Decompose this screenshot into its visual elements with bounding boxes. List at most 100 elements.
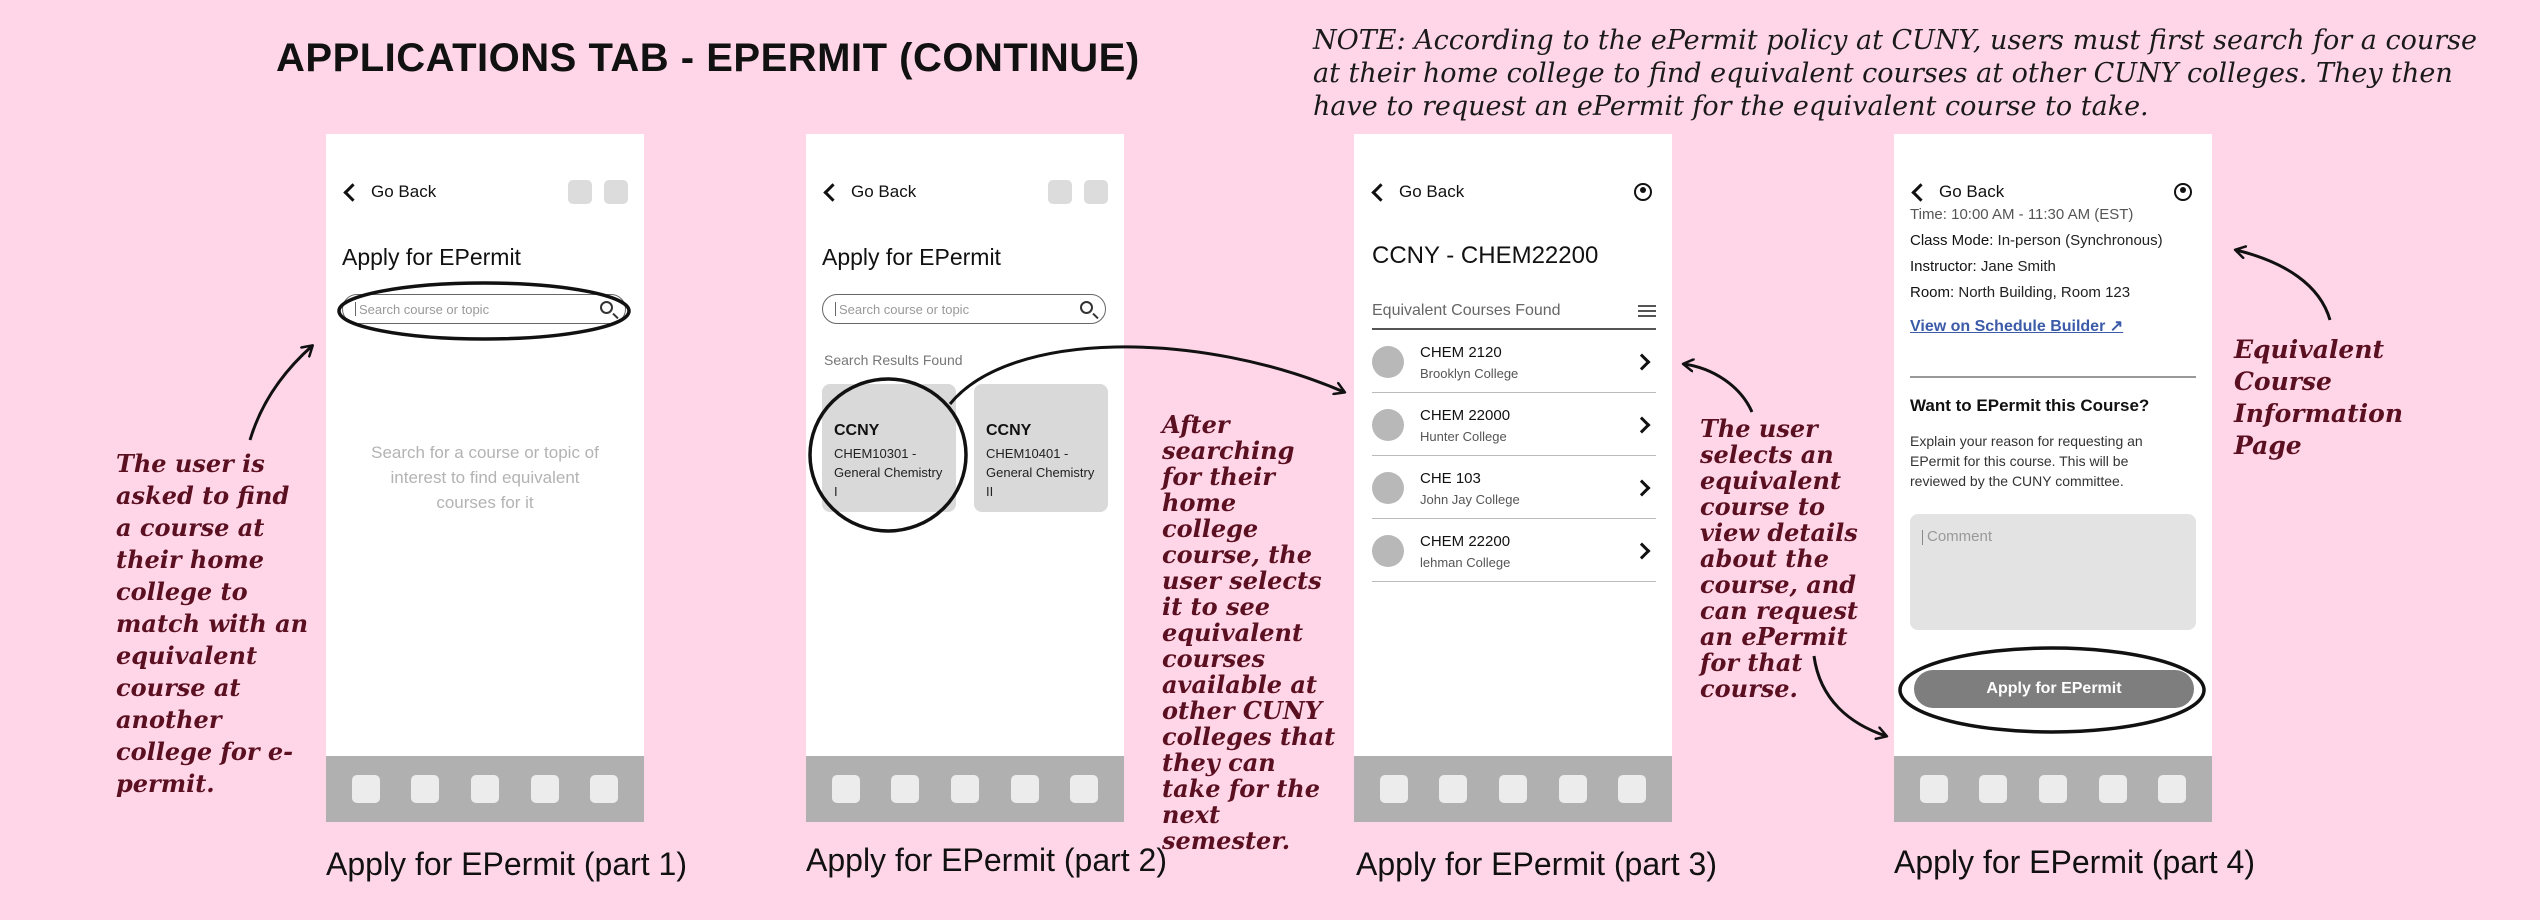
divider — [1910, 376, 2196, 378]
page-title: APPLICATIONS TAB - EPERMIT (CONTINUE) — [276, 36, 1140, 80]
filter-icon[interactable] — [1638, 304, 1656, 318]
screen-title: Apply for EPermit — [342, 244, 521, 270]
tab-item[interactable] — [1498, 775, 1527, 803]
request-description: Explain your reason for requesting an EP… — [1910, 433, 2143, 489]
user-icon[interactable] — [2174, 183, 2192, 201]
result-course: CHEM10301 - General Chemistry I — [834, 446, 943, 499]
phone-screen-part3: Go Back CCNY - CHEM22200 Equivalent Cour… — [1354, 134, 1672, 822]
top-bar: Go Back — [342, 178, 628, 206]
header-action-icon[interactable] — [1048, 180, 1072, 204]
tab-bar — [1354, 756, 1672, 822]
tab-item[interactable] — [411, 775, 440, 803]
text-cursor — [355, 302, 356, 316]
time-row: Time: 10:00 AM - 11:30 AM (EST) — [1910, 206, 2134, 223]
college-avatar — [1372, 472, 1404, 504]
college-avatar — [1372, 409, 1404, 441]
chevron-right-icon — [1633, 353, 1651, 371]
tab-item[interactable] — [470, 775, 499, 803]
course-code: CHEM 22200 — [1420, 532, 1511, 550]
go-back-label: Go Back — [371, 182, 437, 201]
search-input[interactable]: Search course or topic — [342, 294, 626, 324]
caption-part4: Apply for EPermit (part 4) — [1894, 844, 2255, 880]
tab-item[interactable] — [2038, 775, 2067, 803]
search-input[interactable]: Search course or topic — [822, 294, 1106, 324]
equivalent-course-list: CHEM 2120 Brooklyn College CHEM 22000 Hu… — [1372, 332, 1656, 584]
tab-item[interactable] — [891, 775, 920, 803]
phone-screen-part2: Go Back Apply for EPermit Search course … — [806, 134, 1124, 822]
instructor-row: Instructor: Jane Smith — [1910, 258, 2196, 275]
go-back-button[interactable]: Go Back — [1370, 182, 1464, 202]
comment-field[interactable]: Comment — [1910, 514, 2196, 630]
result-college: CCNY — [986, 422, 1032, 439]
result-course: CHEM10401 - General Chemistry II — [986, 446, 1095, 499]
phone-screen-part1: Go Back Apply for EPermit Search course … — [326, 134, 644, 822]
search-placeholder: Search course or topic — [359, 301, 490, 317]
tab-item[interactable] — [1439, 775, 1468, 803]
screen-title: Apply for EPermit — [822, 244, 1001, 270]
annotation-part2: After searching for their home college c… — [1162, 410, 1336, 855]
caption-part2: Apply for EPermit (part 2) — [806, 842, 1167, 878]
annotation-part1: The user is asked to find a course at th… — [116, 449, 309, 798]
tab-item[interactable] — [530, 775, 559, 803]
tab-item[interactable] — [1010, 775, 1039, 803]
user-icon[interactable] — [1634, 183, 1652, 201]
header-action-icon[interactable] — [604, 180, 628, 204]
arrow-part1 — [248, 346, 312, 441]
go-back-label: Go Back — [1399, 182, 1465, 201]
search-icon[interactable] — [600, 301, 613, 314]
result-card[interactable]: CCNY CHEM10301 - General Chemistry I — [822, 384, 956, 512]
arrow-part4 — [2236, 250, 2332, 321]
schedule-builder-link[interactable]: View on Schedule Builder ↗ — [1910, 316, 2123, 336]
tab-item[interactable] — [1379, 775, 1408, 803]
class-mode-value: In-person (Synchronous) — [1997, 232, 2163, 249]
comment-placeholder: Comment — [1927, 528, 1993, 545]
header-action-icon[interactable] — [1084, 180, 1108, 204]
search-icon[interactable] — [1080, 301, 1093, 314]
annotation-part3: The user selects an equivalent course to… — [1700, 414, 1858, 703]
go-back-button[interactable]: Go Back — [822, 182, 916, 202]
go-back-label: Go Back — [851, 182, 917, 201]
result-card[interactable]: CCNY CHEM10401 - General Chemistry II — [974, 384, 1108, 512]
chevron-right-icon — [1633, 416, 1651, 434]
college-avatar — [1372, 346, 1404, 378]
tab-item[interactable] — [1618, 775, 1647, 803]
text-cursor — [835, 302, 836, 316]
tab-bar — [326, 756, 644, 822]
tab-item[interactable] — [2098, 775, 2127, 803]
caption-part1: Apply for EPermit (part 1) — [326, 846, 687, 882]
go-back-label: Go Back — [1939, 182, 2005, 201]
result-college: CCNY — [834, 422, 880, 439]
list-item[interactable]: CHEM 22000 Hunter College — [1372, 395, 1656, 456]
instructor-value: Jane Smith — [1980, 258, 2056, 275]
course-code: CHEM 2120 — [1420, 343, 1502, 361]
chevron-right-icon — [1633, 479, 1651, 497]
room-label: Room: — [1910, 284, 1955, 301]
tab-item[interactable] — [1558, 775, 1587, 803]
chevron-left-icon — [1371, 182, 1390, 202]
results-label: Search Results Found — [824, 352, 963, 368]
apply-epermit-button[interactable]: Apply for EPermit — [1914, 670, 2194, 708]
tab-item[interactable] — [1919, 775, 1948, 803]
list-item[interactable]: CHE 103 John Jay College — [1372, 458, 1656, 519]
tab-item[interactable] — [2158, 775, 2187, 803]
tab-item[interactable] — [1070, 775, 1099, 803]
header-action-icon[interactable] — [568, 180, 592, 204]
list-item[interactable]: CHEM 22200 lehman College — [1372, 521, 1656, 582]
go-back-button[interactable]: Go Back — [342, 182, 436, 202]
tab-item[interactable] — [950, 775, 979, 803]
tab-item[interactable] — [590, 775, 619, 803]
course-code: CHEM 22000 — [1420, 406, 1511, 424]
empty-state-text: Search for a course or topic of interest… — [371, 443, 599, 512]
chevron-left-icon — [1911, 182, 1930, 202]
tab-item[interactable] — [351, 775, 380, 803]
tab-item[interactable] — [1979, 775, 2008, 803]
annotation-part4: Equivalent Course Information Page — [2234, 335, 2404, 460]
tab-item[interactable] — [831, 775, 860, 803]
list-item[interactable]: CHEM 2120 Brooklyn College — [1372, 332, 1656, 393]
college-avatar — [1372, 535, 1404, 567]
go-back-button[interactable]: Go Back — [1910, 182, 2004, 202]
class-mode-label: Class Mode: — [1910, 232, 1994, 249]
tab-bar — [1894, 756, 2212, 822]
top-bar: Go Back — [822, 178, 1108, 206]
tab-bar — [806, 756, 1124, 822]
